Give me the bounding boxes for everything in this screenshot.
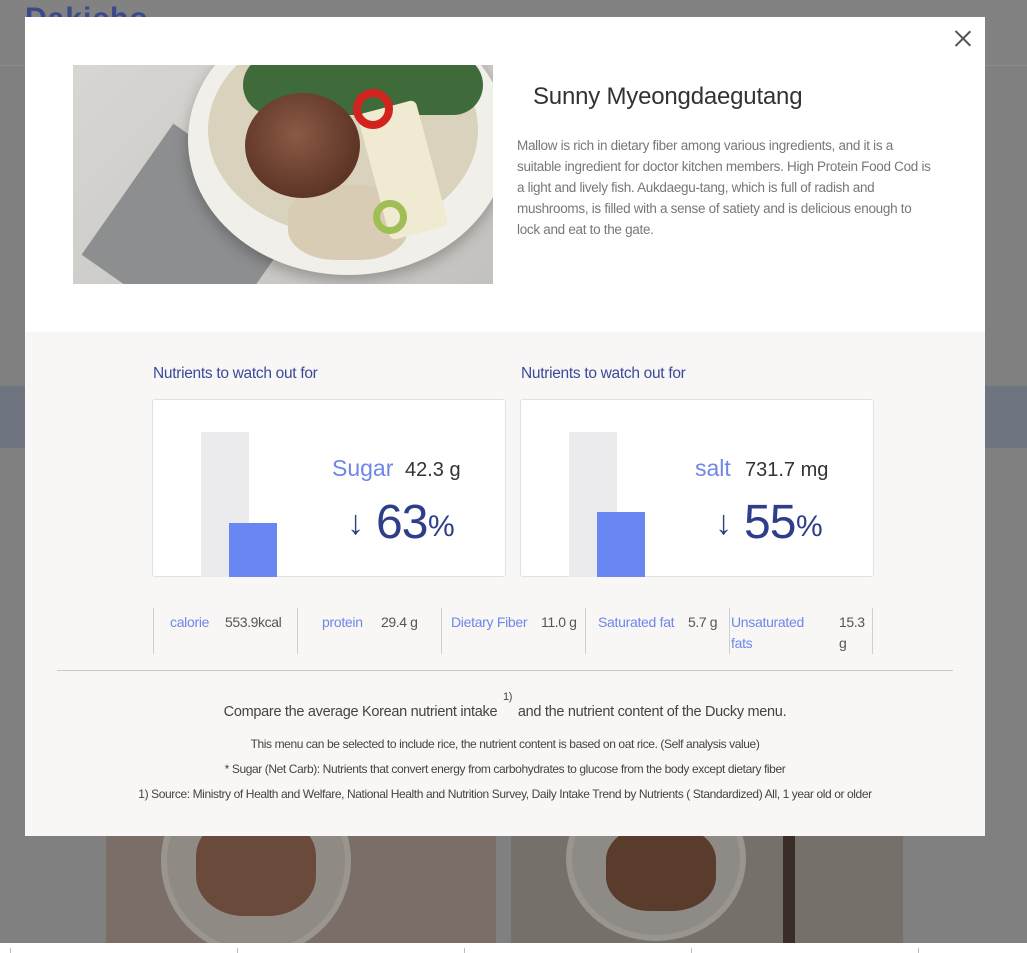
fact-value: 11.0 g	[541, 614, 577, 630]
compare-text-after: and the nutrient content of the Ducky me…	[517, 703, 787, 720]
menu-card-meat[interactable]	[511, 836, 903, 944]
nutrient-amount: 42.3 g	[405, 459, 461, 481]
nutrient-name: Sugar	[332, 455, 394, 481]
fact-saturated-fat: Saturated fat 5.7 g	[585, 608, 729, 654]
nutrient-panel-salt: salt 731.7 mg ↓ 55 %	[520, 399, 874, 577]
footer-divider	[918, 948, 919, 953]
note-sugar-definition: * Sugar (Net Carb): Nutrients that conve…	[224, 762, 786, 776]
fact-protein: protein 29.4 g	[297, 608, 441, 654]
note-rice: This menu can be selected to include ric…	[250, 737, 760, 751]
menu-card-salad[interactable]	[106, 836, 496, 944]
menu-content-bar	[229, 523, 277, 577]
background-footer	[0, 943, 1027, 953]
chopsticks-image	[783, 836, 795, 944]
section-divider	[57, 670, 953, 671]
arrow-down-icon: ↓	[347, 504, 364, 542]
nutrient-panel-sugar: Sugar 42.3 g ↓ 63 %	[152, 399, 506, 577]
footer-divider	[10, 948, 11, 953]
arrow-down-icon: ↓	[715, 504, 732, 542]
fact-calorie: calorie 553.9kcal	[153, 608, 297, 654]
footnote-marker: 1)	[502, 691, 513, 703]
fact-value: 29.4 g	[381, 614, 418, 630]
fact-label: Unsaturated fats	[731, 614, 804, 651]
fact-dietary-fiber: Dietary Fiber 11.0 g	[441, 608, 585, 654]
fact-value: 553.9kcal	[225, 614, 282, 630]
food-image	[606, 836, 716, 911]
fact-value: 15.3 g	[839, 614, 865, 651]
compare-text-before: Compare the average Korean nutrient inta…	[223, 703, 498, 720]
footer-divider	[237, 948, 238, 953]
dish-description: Mallow is rich in dietary fiber among va…	[517, 138, 931, 237]
footer-divider	[464, 948, 465, 953]
fact-divider-end	[872, 608, 873, 654]
food-image	[196, 836, 316, 916]
fact-unsaturated-fats: Unsaturated fats 15.3 g	[729, 608, 872, 654]
site-logo: Dakicho	[25, 2, 149, 18]
note-source: 1) Source: Ministry of Health and Welfar…	[138, 787, 872, 801]
percent-sign: %	[428, 510, 455, 543]
panel-label-sugar: Nutrients to watch out for	[153, 365, 318, 382]
nutrient-amount: 731.7 mg	[745, 459, 829, 481]
fact-label: calorie	[170, 614, 210, 630]
reduction-percent: 63	[376, 496, 428, 549]
nutrient-name: salt	[695, 455, 731, 481]
fact-label: Dietary Fiber	[451, 614, 528, 630]
fact-label: Saturated fat	[598, 614, 675, 630]
reduction-percent: 55	[744, 496, 796, 549]
footer-divider	[691, 948, 692, 953]
menu-content-bar	[597, 512, 645, 577]
panel-label-salt: Nutrients to watch out for	[521, 365, 686, 382]
fact-value: 5.7 g	[688, 614, 718, 630]
close-icon[interactable]	[953, 29, 973, 49]
menu-detail-modal: Sunny Myeongdaegutang Mallow is rich in …	[25, 17, 985, 836]
fact-label: protein	[322, 614, 363, 630]
compare-caption: Compare the average Korean nutrient inta…	[25, 691, 985, 720]
percent-sign: %	[796, 510, 823, 543]
dish-photo	[73, 65, 493, 284]
dish-title: Sunny Myeongdaegutang	[533, 83, 803, 110]
